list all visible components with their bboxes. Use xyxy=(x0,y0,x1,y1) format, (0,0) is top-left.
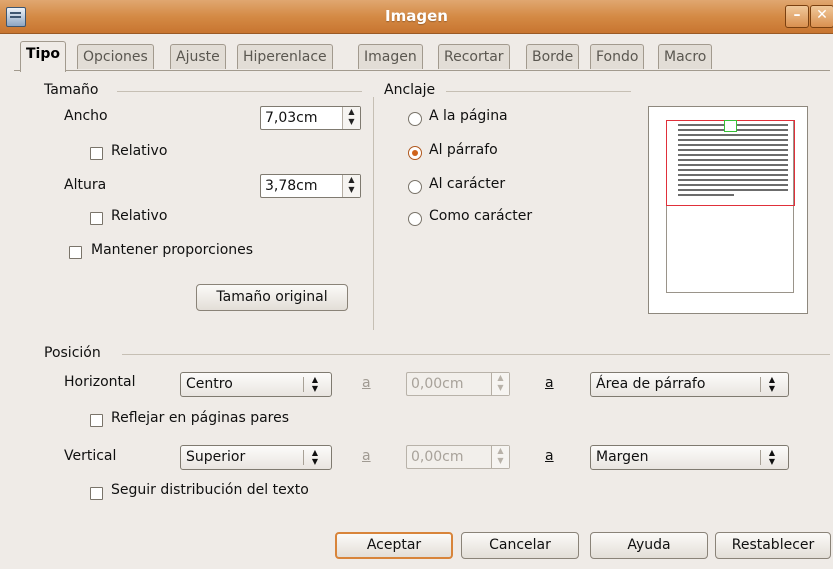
tab-borde[interactable]: Borde xyxy=(526,44,580,69)
select-separator xyxy=(303,450,304,465)
anchor-heading: Anclaje xyxy=(384,82,436,98)
size-heading: Tamaño xyxy=(44,82,99,98)
tab-label: Macro xyxy=(664,49,707,65)
select-separator xyxy=(760,377,761,392)
vertical-by-spinfield[interactable]: 0,00cm ▲ ▼ xyxy=(406,445,510,469)
horizontal-select[interactable]: Centro ▲ ▼ xyxy=(180,372,332,397)
window-title: Imagen xyxy=(385,7,448,25)
select-separator xyxy=(303,377,304,392)
preview-anchor-marker xyxy=(724,120,737,132)
anchor-paragraph-label: Al párrafo xyxy=(429,142,498,158)
width-spinfield[interactable]: 7,03cm ▲ ▼ xyxy=(260,106,361,130)
anchor-paragraph-radio[interactable] xyxy=(408,146,422,160)
height-spin-arrows-icon[interactable]: ▲ ▼ xyxy=(342,175,360,197)
height-label: Altura xyxy=(64,177,107,193)
tab-label: Tipo xyxy=(26,46,60,62)
tab-label: Borde xyxy=(532,49,574,65)
follow-flow-checkbox[interactable] xyxy=(90,487,103,500)
width-spin-arrows-icon[interactable]: ▲ ▼ xyxy=(342,107,360,129)
horizontal-to-label: a xyxy=(545,375,554,391)
vertical-label: Vertical xyxy=(64,448,117,464)
vertical-to-select[interactable]: Margen ▲ ▼ xyxy=(590,445,789,470)
minimize-button[interactable]: – xyxy=(785,5,809,28)
size-anchor-separator xyxy=(373,97,374,330)
ok-button[interactable]: Aceptar xyxy=(335,532,453,559)
position-heading: Posición xyxy=(44,345,101,361)
vertical-value: Superior xyxy=(186,449,246,465)
width-value: 7,03cm xyxy=(265,110,318,126)
anchor-divider xyxy=(446,91,631,92)
width-label: Ancho xyxy=(64,108,108,124)
horizontal-value: Centro xyxy=(186,376,233,392)
anchor-as-character-label: Como carácter xyxy=(429,208,533,224)
tab-label: Ajuste xyxy=(176,49,220,65)
tab-tipo[interactable]: Tipo xyxy=(20,41,66,72)
horizontal-to-value: Área de párrafo xyxy=(596,376,706,392)
spin-arrows-icon[interactable]: ▲ ▼ xyxy=(491,373,509,395)
keep-ratio-checkbox[interactable] xyxy=(69,246,82,259)
anchor-character-label: Al carácter xyxy=(429,176,506,192)
tab-divider xyxy=(14,70,830,71)
height-spinfield[interactable]: 3,78cm ▲ ▼ xyxy=(260,174,361,198)
size-divider xyxy=(117,91,362,92)
tab-ajuste[interactable]: Ajuste xyxy=(170,44,226,69)
height-relative-label: Relativo xyxy=(111,208,168,224)
horizontal-to-select[interactable]: Área de párrafo ▲ ▼ xyxy=(590,372,789,397)
horizontal-label: Horizontal xyxy=(64,374,136,390)
title-bar: Imagen – ✕ xyxy=(0,0,833,34)
vertical-to-label: a xyxy=(545,448,554,464)
width-relative-checkbox[interactable] xyxy=(90,147,103,160)
horizontal-by-label: a xyxy=(362,375,371,391)
tab-label: Fondo xyxy=(596,49,639,65)
anchor-as-character-radio[interactable] xyxy=(408,212,422,226)
vertical-by-label: a xyxy=(362,448,371,464)
anchor-character-radio[interactable] xyxy=(408,180,422,194)
height-relative-checkbox[interactable] xyxy=(90,212,103,225)
vertical-by-value: 0,00cm xyxy=(411,449,464,465)
tab-macro[interactable]: Macro xyxy=(658,44,713,69)
tab-hiperenlace[interactable]: Hiperenlace xyxy=(237,44,333,69)
horizontal-by-value: 0,00cm xyxy=(411,376,464,392)
horizontal-by-spinfield[interactable]: 0,00cm ▲ ▼ xyxy=(406,372,510,396)
mirror-checkbox[interactable] xyxy=(90,414,103,427)
width-relative-label: Relativo xyxy=(111,143,168,159)
tab-fondo[interactable]: Fondo xyxy=(590,44,645,69)
vertical-to-value: Margen xyxy=(596,449,649,465)
anchor-page-label: A la página xyxy=(429,108,508,124)
select-arrows-icon: ▲ ▼ xyxy=(768,448,776,466)
select-separator xyxy=(760,450,761,465)
vertical-select[interactable]: Superior ▲ ▼ xyxy=(180,445,332,470)
tab-recortar[interactable]: Recortar xyxy=(438,44,510,69)
close-button[interactable]: ✕ xyxy=(810,5,833,28)
follow-flow-label: Seguir distribución del texto xyxy=(111,482,309,498)
select-arrows-icon: ▲ ▼ xyxy=(311,375,319,393)
keep-ratio-label: Mantener proporciones xyxy=(91,242,254,258)
height-value: 3,78cm xyxy=(265,178,318,194)
select-arrows-icon: ▲ ▼ xyxy=(311,448,319,466)
mirror-label: Reflejar en páginas pares xyxy=(111,410,290,426)
preview-paragraph-frame xyxy=(666,120,795,206)
tab-label: Opciones xyxy=(83,49,148,65)
original-size-button[interactable]: Tamaño original xyxy=(196,284,348,311)
tab-imagen[interactable]: Imagen xyxy=(358,44,423,69)
cancel-button[interactable]: Cancelar xyxy=(461,532,579,559)
help-button[interactable]: Ayuda xyxy=(590,532,708,559)
tab-label: Hiperenlace xyxy=(243,49,327,65)
select-arrows-icon: ▲ ▼ xyxy=(768,375,776,393)
spin-arrows-icon[interactable]: ▲ ▼ xyxy=(491,446,509,468)
position-divider xyxy=(122,354,830,355)
reset-button[interactable]: Restablecer xyxy=(715,532,831,559)
tab-label: Imagen xyxy=(364,49,417,65)
anchor-page-radio[interactable] xyxy=(408,112,422,126)
tab-opciones[interactable]: Opciones xyxy=(77,44,154,69)
tab-label: Recortar xyxy=(444,49,504,65)
